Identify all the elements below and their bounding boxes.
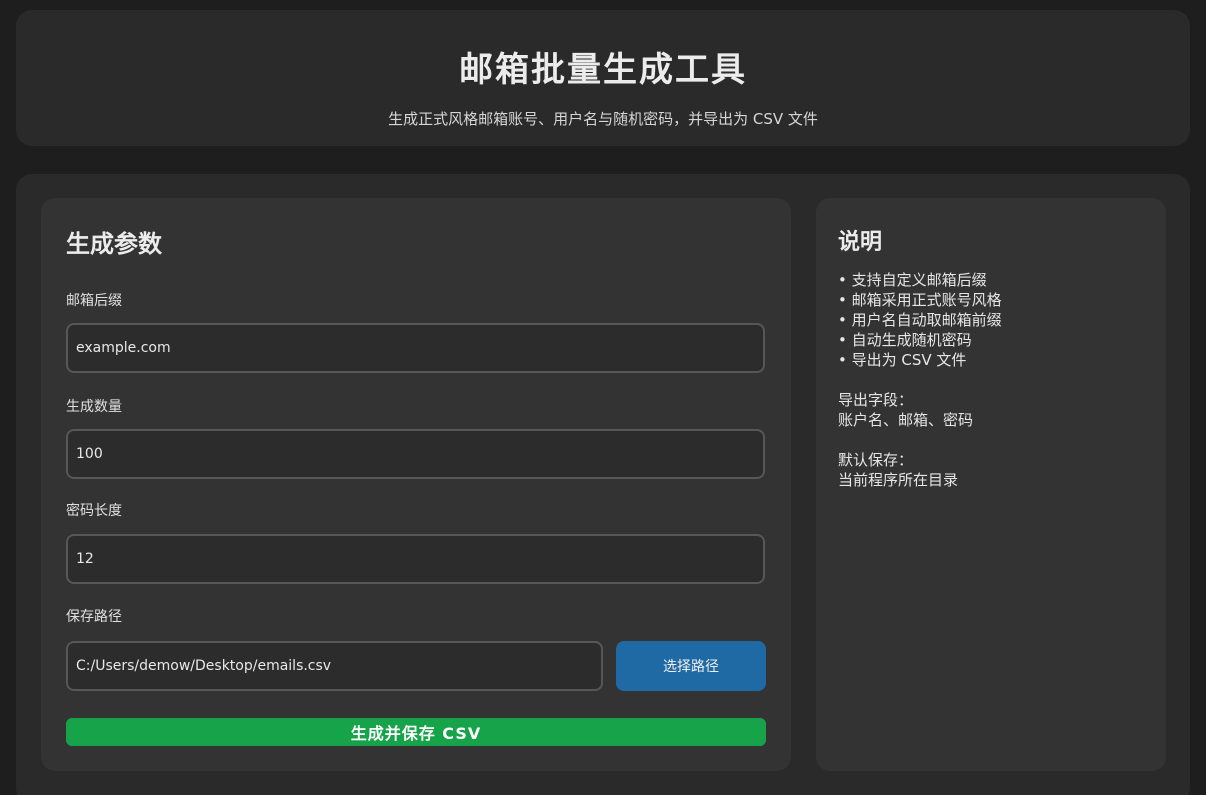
- main-panel: 生成参数 邮箱后缀 生成数量 密码长度 保存路径 选择路径 生成并保存 CSV …: [16, 174, 1190, 795]
- save-path-input[interactable]: [66, 641, 603, 691]
- info-bullet: • 邮箱采用正式账号风格: [838, 291, 1002, 309]
- generate-save-csv-button[interactable]: 生成并保存 CSV: [66, 718, 766, 746]
- default-save-value: 当前程序所在目录: [838, 471, 959, 489]
- suffix-input[interactable]: [66, 323, 765, 373]
- info-card: 说明 • 支持自定义邮箱后缀 • 邮箱采用正式账号风格 • 用户名自动取邮箱前缀…: [816, 198, 1166, 771]
- password-length-label: 密码长度: [66, 503, 122, 519]
- info-bullet: • 用户名自动取邮箱前缀: [838, 311, 1002, 329]
- info-bullet: • 导出为 CSV 文件: [838, 351, 967, 369]
- choose-path-button[interactable]: 选择路径: [616, 641, 766, 691]
- default-save-heading: 默认保存：: [838, 451, 914, 469]
- app-window: 邮箱批量生成工具 生成正式风格邮箱账号、用户名与随机密码，并导出为 CSV 文件…: [0, 0, 1206, 795]
- save-path-label: 保存路径: [66, 609, 122, 625]
- export-fields-value: 账户名、邮箱、密码: [838, 411, 974, 429]
- export-fields-heading: 导出字段：: [838, 391, 914, 409]
- info-title: 说明: [838, 230, 883, 255]
- suffix-label: 邮箱后缀: [66, 293, 122, 309]
- header-panel: 邮箱批量生成工具 生成正式风格邮箱账号、用户名与随机密码，并导出为 CSV 文件: [16, 10, 1190, 146]
- info-body: • 支持自定义邮箱后缀 • 邮箱采用正式账号风格 • 用户名自动取邮箱前缀 • …: [838, 270, 1148, 490]
- count-label: 生成数量: [66, 399, 122, 415]
- info-bullet: • 自动生成随机密码: [838, 331, 972, 349]
- password-length-input[interactable]: [66, 534, 765, 584]
- params-card: 生成参数 邮箱后缀 生成数量 密码长度 保存路径 选择路径 生成并保存 CSV: [41, 198, 791, 771]
- page-subtitle: 生成正式风格邮箱账号、用户名与随机密码，并导出为 CSV 文件: [388, 110, 818, 128]
- page-title: 邮箱批量生成工具: [459, 50, 747, 90]
- info-bullet: • 支持自定义邮箱后缀: [838, 271, 987, 289]
- count-input[interactable]: [66, 429, 765, 479]
- params-title: 生成参数: [66, 230, 162, 258]
